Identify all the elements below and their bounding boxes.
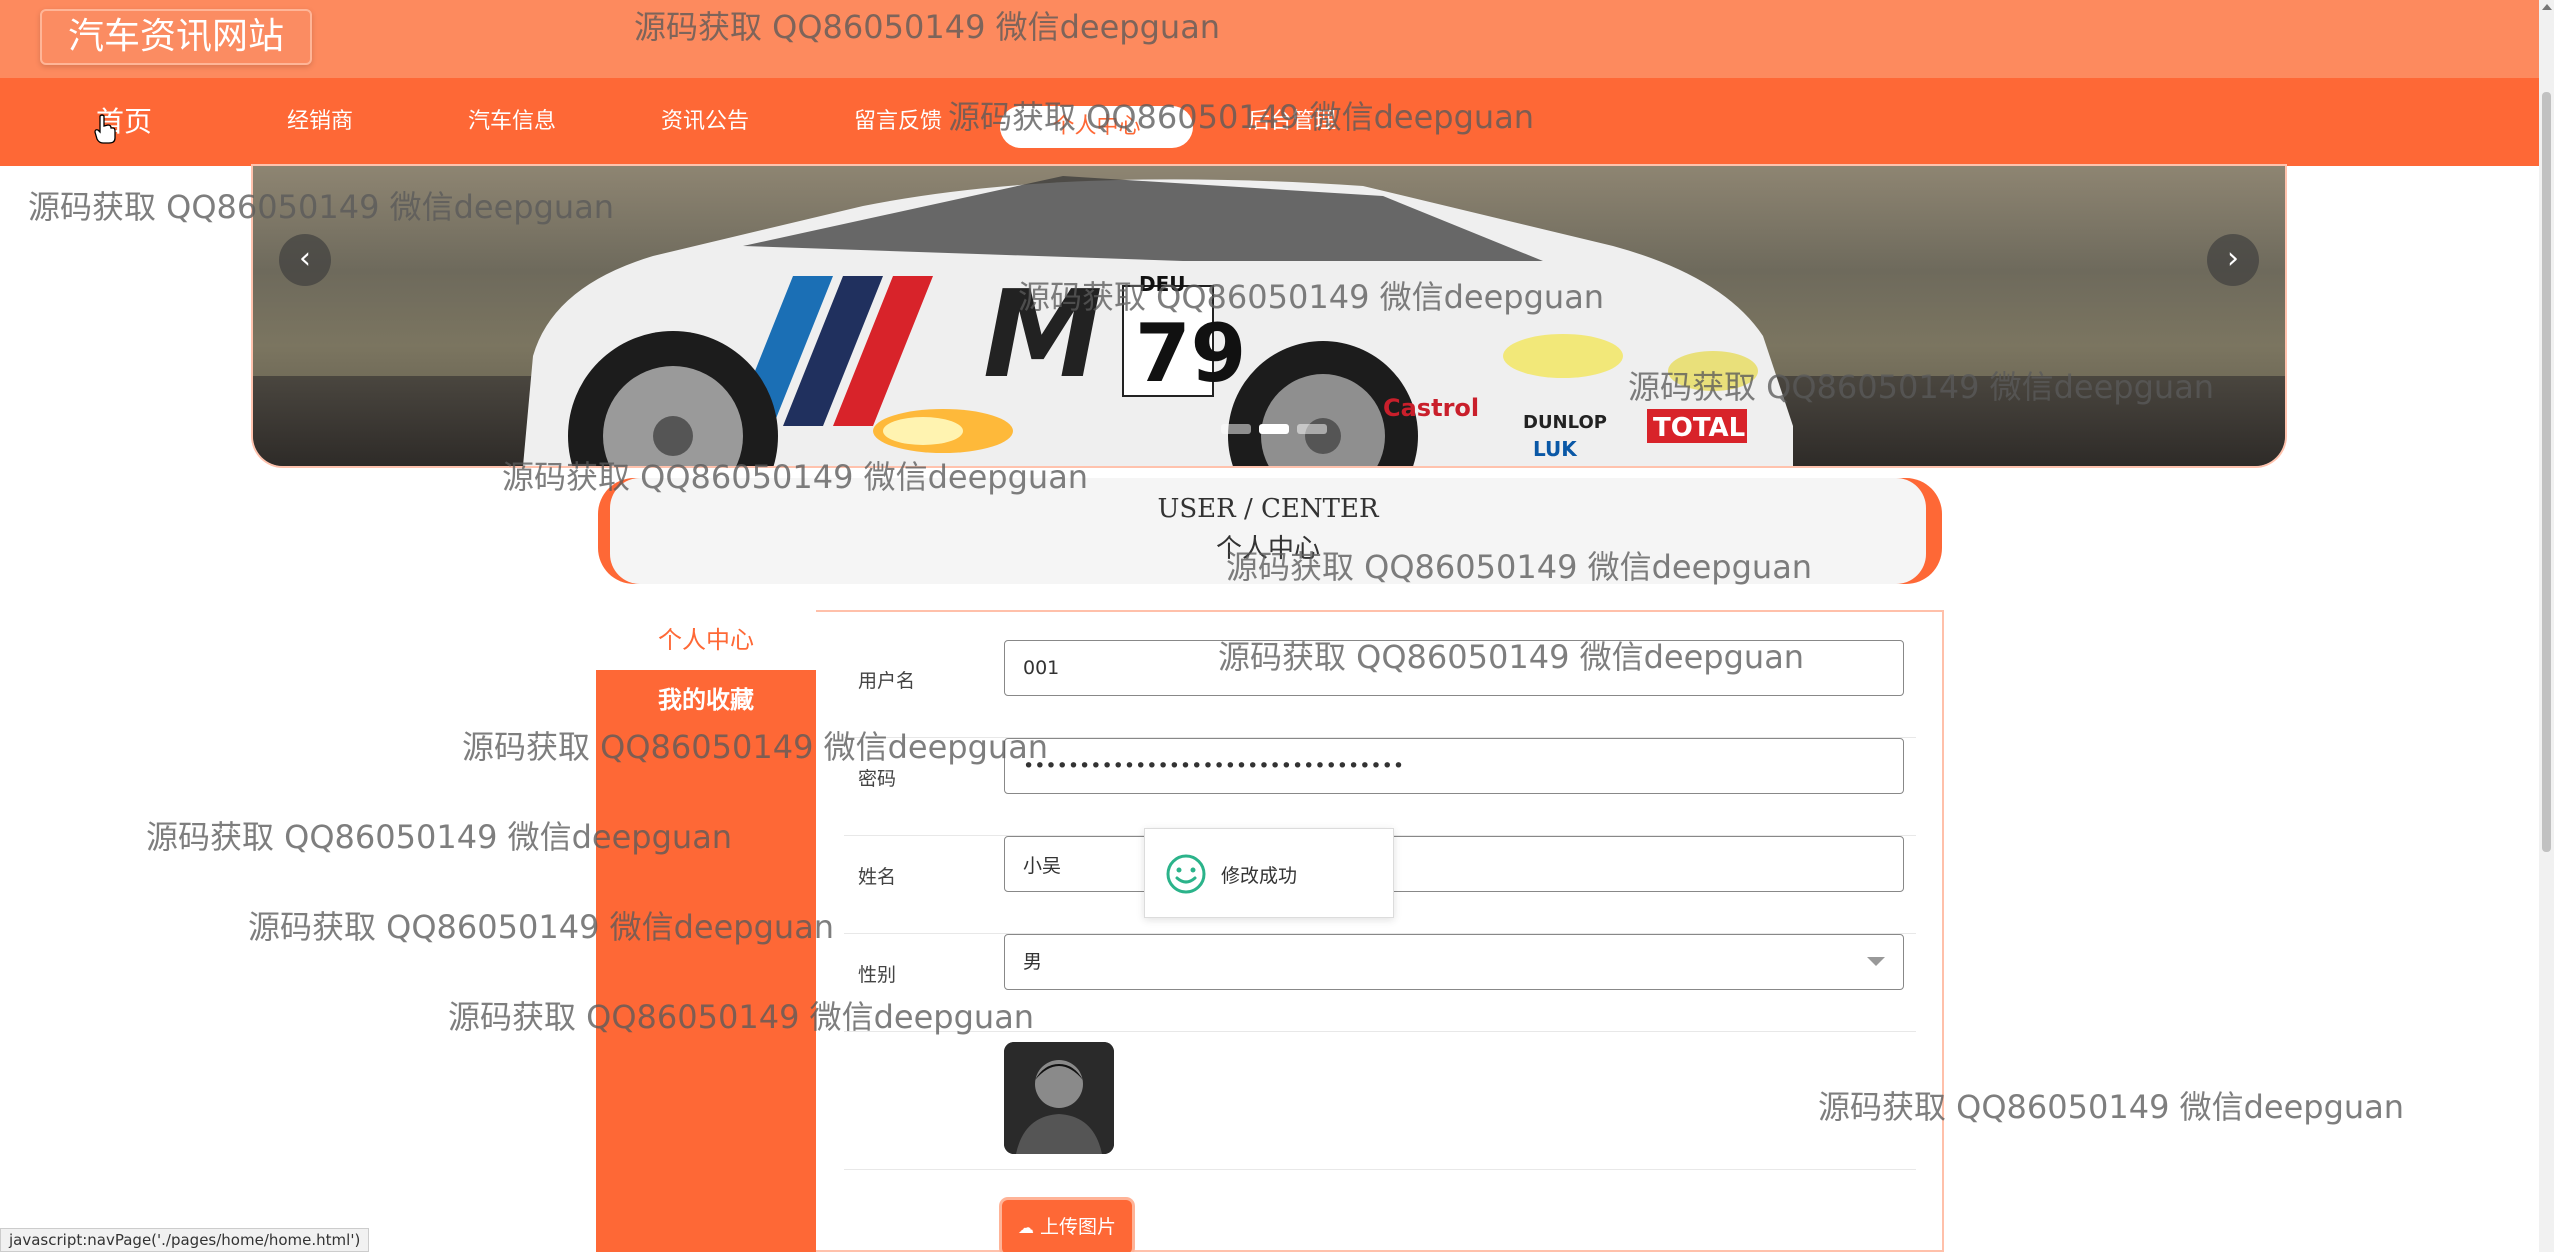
gender-select[interactable]: 男 (1004, 934, 1904, 990)
sponsor-castrol: Castrol (1383, 394, 1479, 422)
gender-label: 性别 (858, 964, 897, 986)
side-item-user-center[interactable]: 个人中心 (596, 610, 816, 670)
nav-item-home[interactable]: 首页 (34, 78, 214, 166)
sponsor-total: TOTAL (1653, 413, 1745, 443)
chevron-left-icon: ‹ (299, 241, 311, 276)
carousel-dot[interactable] (1221, 424, 1251, 434)
password-label: 密码 (858, 768, 897, 790)
status-bar-url: javascript:navPage('./pages/home/home.ht… (0, 1228, 370, 1252)
top-header: 汽车资讯网站 (0, 0, 2539, 78)
avatar-photo (1004, 1042, 1114, 1154)
gender-select-value: 男 (1023, 951, 1043, 973)
carousel-indicators (1221, 424, 1327, 434)
site-title[interactable]: 汽车资讯网站 (40, 9, 312, 65)
scroll-thumb[interactable] (2542, 92, 2551, 852)
section-header-inner: USER / CENTER 个人中心 (610, 478, 1926, 584)
nav-item-car-info[interactable]: 汽车信息 (422, 78, 602, 166)
section-header: USER / CENTER 个人中心 (598, 478, 1942, 584)
nav-bar: 首页 经销商 汽车信息 资讯公告 留言反馈 个人中心 后台管理 (0, 78, 2539, 166)
name-input[interactable] (1004, 836, 1904, 892)
scroll-up-arrow-icon[interactable] (2542, 4, 2552, 10)
carousel-dot-active[interactable] (1259, 424, 1289, 434)
car-flag-text: DEU (1139, 272, 1186, 296)
race-car-image: M 79 DEU Castrol DUNLOP TOTAL LUK (523, 176, 1793, 466)
side-item-favorites[interactable]: 我的收藏 (596, 670, 816, 730)
side-menu: 个人中心 我的收藏 (596, 610, 816, 1252)
username-label: 用户名 (858, 670, 916, 692)
chevron-down-icon (1867, 957, 1885, 966)
upload-button-label: 上传图片 (1040, 1216, 1117, 1238)
profile-form: 用户名 密码 姓名 性别 男 ☁ 上传图片 (816, 610, 1944, 1252)
name-label: 姓名 (858, 866, 897, 888)
success-toast: 修改成功 (1144, 828, 1394, 918)
username-input[interactable] (1004, 640, 1904, 696)
chevron-right-icon: › (2227, 241, 2239, 276)
section-title-cn: 个人中心 (1215, 534, 1320, 564)
sponsor-luk: LUK (1533, 437, 1578, 461)
svg-text:M: M (983, 266, 1102, 405)
sponsor-dunlop: DUNLOP (1523, 412, 1607, 433)
cloud-upload-icon: ☁ (1017, 1218, 1034, 1237)
nav-item-admin[interactable]: 后台管理 (1202, 78, 1382, 166)
upload-image-button[interactable]: ☁ 上传图片 (1002, 1200, 1132, 1252)
hand-cursor-icon (94, 114, 116, 144)
section-title-en: USER / CENTER (1157, 494, 1379, 524)
password-input[interactable] (1004, 738, 1904, 794)
avatar (1004, 1042, 1114, 1154)
nav-item-dealers[interactable]: 经销商 (230, 78, 410, 166)
form-row-username: 用户名 (844, 640, 1916, 738)
carousel-prev-button[interactable]: ‹ (279, 234, 331, 286)
nav-item-news[interactable]: 资讯公告 (615, 78, 795, 166)
toast-message: 修改成功 (1221, 865, 1298, 887)
banner-carousel: M 79 DEU Castrol DUNLOP TOTAL LUK ‹ › (253, 166, 2285, 466)
form-row-password: 密码 (844, 738, 1916, 836)
smile-icon (1166, 854, 1206, 894)
form-row-gender: 性别 男 (844, 934, 1916, 1032)
nav-item-user-center[interactable]: 个人中心 (1000, 106, 1193, 148)
page-scrollbar[interactable] (2539, 0, 2554, 1252)
nav-item-feedback[interactable]: 留言反馈 (808, 78, 988, 166)
car-number: 79 (1135, 307, 1246, 400)
carousel-next-button[interactable]: › (2207, 234, 2259, 286)
carousel-dot[interactable] (1297, 424, 1327, 434)
